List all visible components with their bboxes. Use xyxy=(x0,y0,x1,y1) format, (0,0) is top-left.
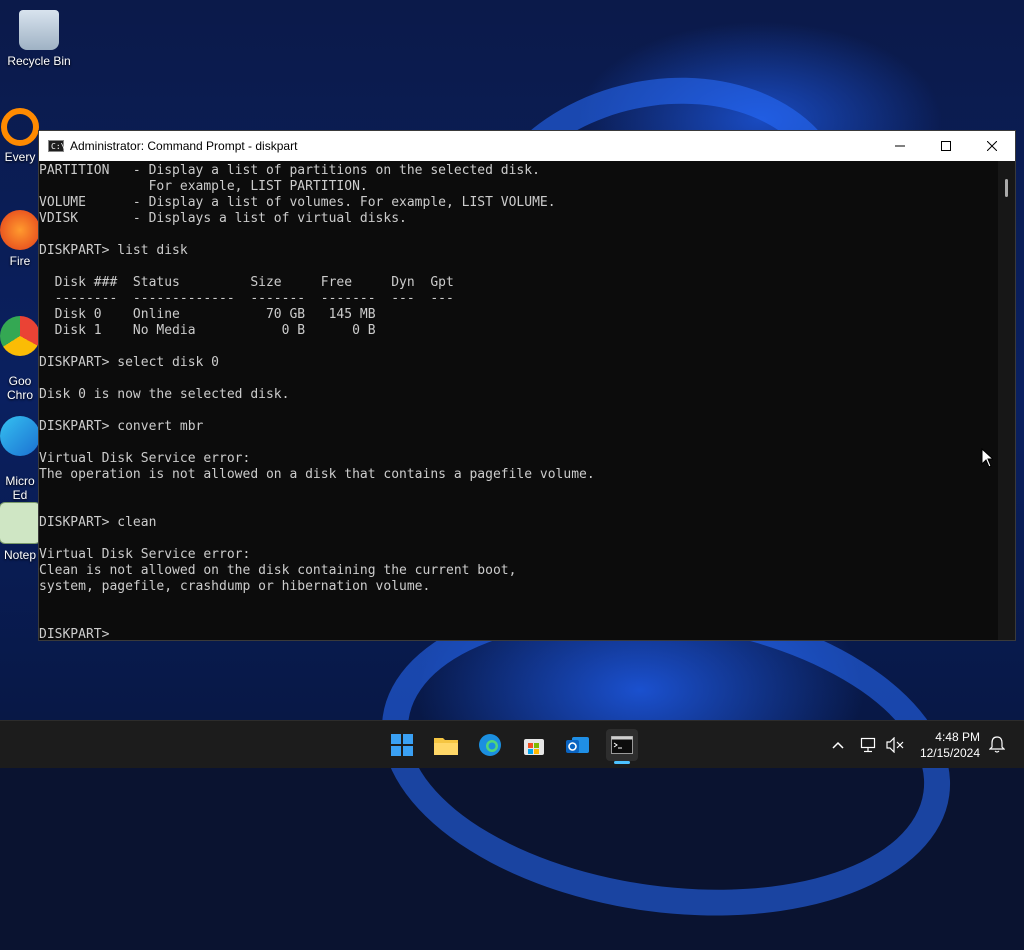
taskbar-clock[interactable]: 4:48 PM 12/15/2024 xyxy=(920,729,980,761)
edge-icon xyxy=(0,416,40,456)
taskbar: 4:48 PM 12/15/2024 xyxy=(0,720,1024,768)
console-line: For example, LIST PARTITION. xyxy=(39,179,368,194)
folder-icon xyxy=(434,738,458,755)
bell-icon xyxy=(989,736,1005,753)
console-line: VOLUME - Display a list of volumes. For … xyxy=(39,195,556,210)
desktop-icon-label: Fire xyxy=(9,254,31,268)
desktop-icon-label: Micro Ed xyxy=(5,474,35,502)
title-bar[interactable]: C:\_ Administrator: Command Prompt - dis… xyxy=(39,131,1015,161)
scrollbar-thumb[interactable] xyxy=(1005,179,1008,197)
maximize-icon xyxy=(941,141,951,151)
windows-start-icon xyxy=(391,734,413,756)
store-icon xyxy=(524,739,544,755)
vertical-scrollbar[interactable] xyxy=(998,161,1015,640)
console-line: Disk 1 No Media 0 B 0 B xyxy=(39,323,376,338)
outlook-icon xyxy=(566,737,589,753)
active-app-indicator xyxy=(614,761,630,764)
desktop-icon-label: Recycle Bin xyxy=(7,54,71,68)
network-icon xyxy=(860,737,876,753)
window-title: Administrator: Command Prompt - diskpart xyxy=(70,139,298,153)
console-line: PARTITION - Display a list of partitions… xyxy=(39,163,540,178)
desktop-icon-label: Notep xyxy=(3,548,37,562)
console-line: system, pagefile, crashdump or hibernati… xyxy=(39,579,431,594)
console-line: Disk 0 is now the selected disk. xyxy=(39,387,290,402)
desktop-icon-label: Every xyxy=(4,150,36,164)
console-line: DISKPART> select disk 0 xyxy=(39,355,220,370)
console-line: Disk ### Status Size Free Dyn Gpt xyxy=(39,275,454,290)
chevron-up-icon xyxy=(832,741,844,749)
notifications-button[interactable] xyxy=(986,721,1008,769)
clock-time: 4:48 PM xyxy=(935,730,980,744)
terminal-icon xyxy=(611,736,633,754)
recycle-bin-icon xyxy=(19,10,59,50)
mouse-cursor-icon xyxy=(981,448,993,468)
console-line: Disk 0 Online 70 GB 145 MB xyxy=(39,307,376,322)
console-line: DISKPART> xyxy=(39,627,118,640)
console-line: Clean is not allowed on the disk contain… xyxy=(39,563,517,578)
command-prompt-window[interactable]: C:\_ Administrator: Command Prompt - dis… xyxy=(38,130,1016,641)
clock-date: 12/15/2024 xyxy=(919,746,980,760)
console-line: DISKPART> clean xyxy=(39,515,157,530)
console-line: -------- ------------- ------- ------- -… xyxy=(39,291,454,306)
network-status-button[interactable] xyxy=(858,721,880,769)
console-line: DISKPART> list disk xyxy=(39,243,188,258)
maximize-button[interactable] xyxy=(923,131,969,161)
edge-icon xyxy=(479,734,501,756)
window-controls xyxy=(877,131,1015,161)
taskbar-store[interactable] xyxy=(518,729,550,761)
firefox-icon xyxy=(0,210,40,250)
volume-muted-icon xyxy=(886,737,904,753)
minimize-button[interactable] xyxy=(877,131,923,161)
taskbar-command-prompt[interactable] xyxy=(606,729,638,764)
volume-button[interactable] xyxy=(884,721,906,769)
chrome-icon xyxy=(0,316,40,356)
close-icon xyxy=(987,141,997,151)
close-button[interactable] xyxy=(969,131,1015,161)
console-line: DISKPART> convert mbr xyxy=(39,419,204,434)
start-button[interactable] xyxy=(386,729,418,761)
minimize-icon xyxy=(895,145,905,147)
taskbar-outlook[interactable] xyxy=(562,729,594,761)
console-line: The operation is not allowed on a disk t… xyxy=(39,467,595,482)
console-line: Virtual Disk Service error: xyxy=(39,547,251,562)
cmd-app-icon: C:\_ xyxy=(48,140,70,152)
show-hidden-icons-button[interactable] xyxy=(826,721,850,769)
console-line: VDISK - Displays a list of virtual disks… xyxy=(39,211,407,226)
taskbar-edge[interactable] xyxy=(474,729,506,761)
desktop-icon-label: Goo Chro xyxy=(6,374,33,402)
console-output[interactable]: PARTITION - Display a list of partitions… xyxy=(39,161,998,640)
taskbar-file-explorer[interactable] xyxy=(430,729,462,761)
notepad-icon xyxy=(0,502,41,544)
desktop-icon-recycle-bin[interactable]: Recycle Bin xyxy=(1,10,77,68)
console-line: Virtual Disk Service error: xyxy=(39,451,251,466)
everything-icon xyxy=(1,108,39,146)
